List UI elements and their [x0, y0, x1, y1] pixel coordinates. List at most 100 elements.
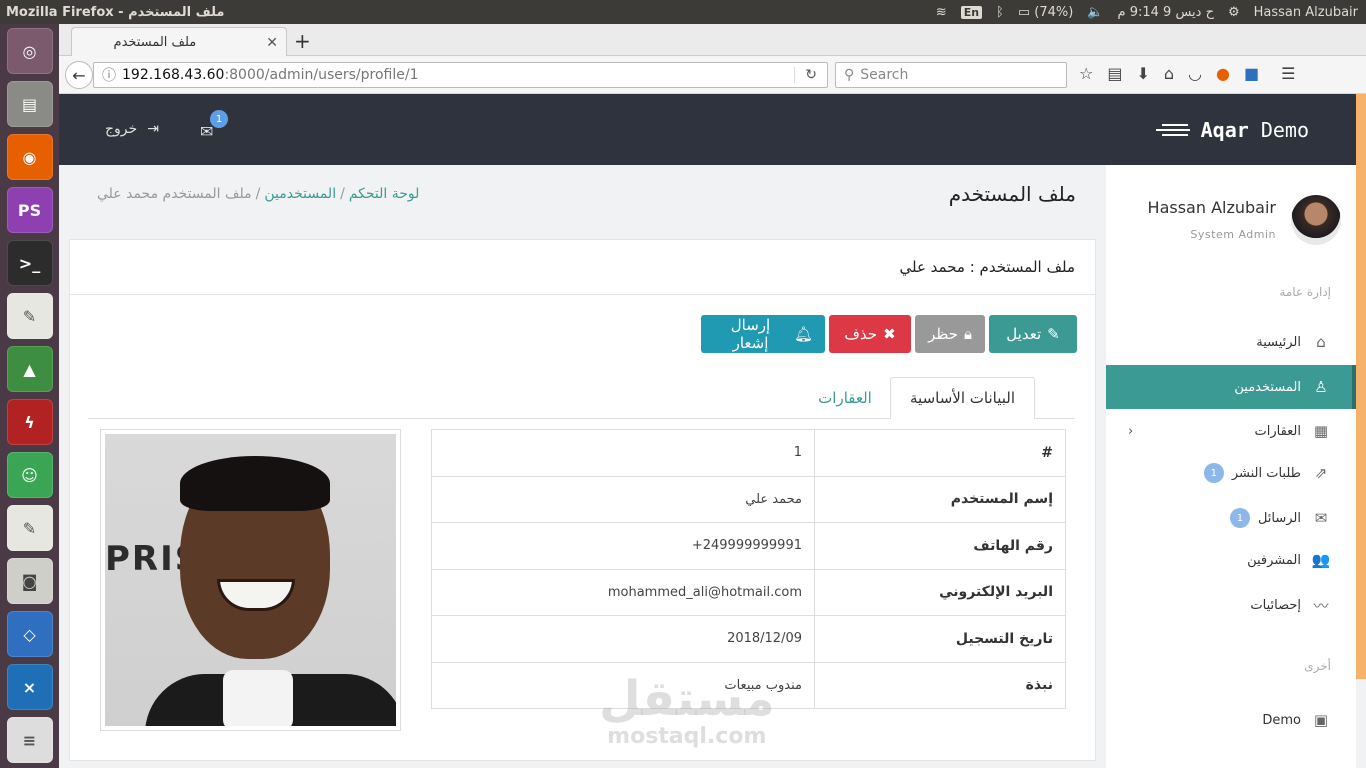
section-label-other: أخرى	[1304, 659, 1331, 673]
tab-basic-info[interactable]: البيانات الأساسية	[890, 377, 1035, 419]
brand-rest: Demo	[1248, 118, 1309, 142]
sidebar-item-home[interactable]: ⌂ الرئيسية	[1106, 320, 1356, 364]
logout-label: خروج	[105, 121, 138, 137]
url-bar[interactable]: ⓘ 192.168.43.60:8000/admin/users/profile…	[93, 62, 828, 88]
volume-icon[interactable]: 🔈	[1087, 5, 1103, 20]
edit-label: تعديل	[1006, 326, 1042, 343]
bluetooth-icon[interactable]: ᛒ	[996, 5, 1004, 20]
users-icon: 👥	[1311, 551, 1331, 569]
field-label: إسم المستخدم	[814, 475, 1066, 523]
clock[interactable]: ح ديس 9 9:14 م	[1118, 5, 1214, 20]
extension-icon[interactable]: ■	[1244, 64, 1259, 83]
search-placeholder: Search	[860, 67, 909, 83]
phpstorm-icon[interactable]: PS	[6, 187, 53, 233]
text-editor-icon[interactable]: ✎	[6, 293, 53, 339]
breadcrumb-dashboard[interactable]: لوحة التحكم	[349, 186, 420, 202]
firefox-icon[interactable]: ◉	[6, 134, 53, 180]
logout-button[interactable]: ⇥ خروج	[105, 121, 159, 137]
brand-bold: Aqar	[1200, 118, 1249, 142]
battery-indicator[interactable]: ▭ (74%)	[1018, 5, 1073, 20]
profile-role: System Admin	[1190, 228, 1276, 241]
keyboard-language[interactable]: En	[960, 5, 983, 19]
sidebar-item-label: الرئيسية	[1256, 334, 1301, 350]
table-row: #1	[431, 429, 1066, 477]
text-editor-icon[interactable]: ✎	[6, 505, 53, 551]
virtualbox-icon[interactable]: ◇	[6, 611, 53, 657]
sidebar-item-users[interactable]: ♙ المستخدمين	[1106, 365, 1356, 409]
mail-badge: 1	[210, 110, 228, 128]
sidebar-item-statistics[interactable]: 〰 إحصائيات	[1106, 583, 1356, 627]
home-icon: ⌂	[1316, 333, 1326, 351]
envelope-icon: ✉	[1314, 509, 1328, 527]
scrollbar[interactable]	[1356, 94, 1366, 768]
home-icon[interactable]: ⌂	[1164, 64, 1174, 83]
field-value: mohammed_ali@hotmail.com	[431, 568, 815, 616]
delete-button[interactable]: ✖ حذف	[829, 315, 911, 353]
close-icon[interactable]: ✕	[266, 35, 278, 51]
workspace-icon[interactable]: ≡	[6, 717, 53, 763]
tab-properties[interactable]: العقارات	[805, 377, 885, 419]
launcher: ◎ ▤ ◉ PS >_ ✎ ▲ ϟ ☺ ✎ ◙ ◇ ⨯ ≡	[0, 24, 59, 768]
sidebar-item-properties[interactable]: ▦ العقارات ‹	[1106, 409, 1356, 453]
sidebar-item-label: الرسائل	[1257, 510, 1301, 526]
edit-button[interactable]: ✎ تعديل	[989, 315, 1077, 353]
download-icon[interactable]: ⬇	[1136, 64, 1149, 83]
android-studio-icon[interactable]: ▲	[6, 346, 53, 392]
section-label-general: إدارة عامة	[1279, 285, 1331, 299]
back-icon[interactable]: ←	[65, 61, 93, 89]
sidebar-item-demo[interactable]: ▣ Demo	[1106, 698, 1356, 742]
share-icon: ⇗	[1314, 464, 1328, 482]
sidebar-item-label: العقارات	[1254, 423, 1301, 439]
sidebar-item-messages[interactable]: ✉ الرسائل 1	[1106, 496, 1356, 540]
messages-button[interactable]: ✉ 1	[200, 110, 228, 141]
chevron-left-icon[interactable]: ‹	[1128, 424, 1133, 439]
extension-icon[interactable]: ●	[1216, 64, 1230, 83]
admin-app: Aqar Demo ✉ 1 ⇥ خروج Hassan Alzubair Sys…	[59, 94, 1366, 768]
breadcrumb: لوحة التحكم / المستخدمين / ملف المستخدم …	[97, 186, 419, 202]
breadcrumb-separator: /	[255, 186, 261, 202]
count-badge: 1	[1203, 463, 1224, 483]
card-header: ملف المستخدم : محمد علي	[69, 239, 1096, 295]
browser-tab[interactable]: ملف المستخدم ✕	[71, 27, 287, 57]
lock-icon: 🔒︎	[963, 325, 972, 343]
files-icon[interactable]: ▤	[6, 81, 53, 127]
count-badge: 1	[1229, 508, 1250, 528]
gear-icon[interactable]: ⚙	[1228, 5, 1240, 20]
search-icon: ⚲	[844, 67, 855, 83]
session-user[interactable]: Hassan Alzubair	[1254, 5, 1358, 20]
watermark: مستقل mostaql.com	[599, 674, 775, 749]
pocket-icon[interactable]: ◡	[1188, 64, 1202, 83]
reading-list-icon[interactable]: ▤	[1107, 64, 1122, 83]
ubuntu-icon[interactable]: ◎	[6, 28, 53, 74]
user-photo: PRIS	[105, 434, 396, 726]
brand-logo[interactable]: Aqar Demo	[1201, 118, 1309, 142]
terminal-icon[interactable]: >_	[6, 240, 53, 286]
send-notification-button[interactable]: 🔔︎ إرسال إشعار	[701, 315, 825, 353]
ban-button[interactable]: 🔒︎ حظر	[915, 315, 985, 353]
wifi-icon[interactable]: ≋	[936, 5, 947, 20]
filezilla-icon[interactable]: ϟ	[6, 399, 53, 445]
building-icon: ▦	[1313, 422, 1329, 440]
user-photo-frame: PRIS	[100, 429, 401, 731]
avatar	[1291, 195, 1341, 245]
new-tab-icon[interactable]: +	[294, 29, 311, 53]
table-row: إسم المستخدم محمد علي	[431, 475, 1066, 523]
breadcrumb-users[interactable]: المستخدمين	[264, 186, 336, 202]
sidebar-item-publish-requests[interactable]: ⇗ طلبات النشر 1	[1106, 451, 1356, 495]
vscode-icon[interactable]: ⨯	[6, 664, 53, 710]
menu-icon[interactable]: ☰	[1281, 64, 1295, 83]
search-input[interactable]: ⚲ Search	[835, 62, 1067, 88]
bookmark-star-icon[interactable]: ☆	[1079, 64, 1093, 83]
window-title: Mozilla Firefox - ملف المستخدم	[6, 4, 225, 20]
game-icon[interactable]: ☺	[6, 452, 53, 498]
field-label: البريد الإلكتروني	[814, 568, 1066, 616]
watermark-arabic: مستقل	[599, 671, 775, 727]
field-value: محمد علي	[431, 475, 815, 523]
reload-icon[interactable]: ↻	[794, 67, 827, 83]
close-icon: ✖	[883, 326, 896, 343]
sidebar-toggle-icon[interactable]	[1156, 120, 1190, 140]
info-icon[interactable]: ⓘ	[102, 65, 116, 85]
table-row: رقم الهاتف +249999999991	[431, 522, 1066, 570]
camera-icon[interactable]: ◙	[6, 558, 53, 604]
sidebar-item-admins[interactable]: 👥 المشرفين	[1106, 538, 1356, 582]
